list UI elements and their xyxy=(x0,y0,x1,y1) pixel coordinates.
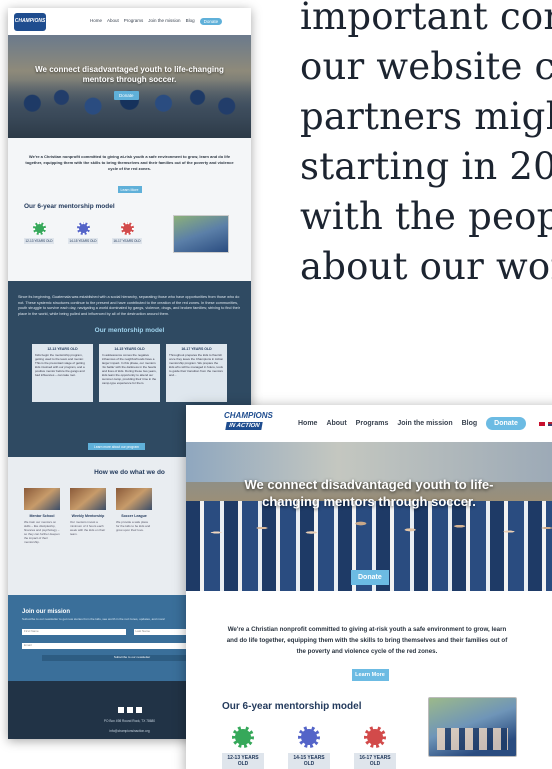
background-text-line: about our work xyxy=(300,245,552,288)
program-photo xyxy=(116,488,152,510)
logo-text: CHAMPIONS xyxy=(14,18,46,24)
background-text-line: starting in 202 xyxy=(300,145,552,188)
instagram-icon[interactable] xyxy=(126,707,133,713)
soccer-ball-icon xyxy=(76,222,90,235)
age-label: 14-15 YEARS OLD xyxy=(68,238,98,244)
soccer-ball-icon xyxy=(364,726,386,748)
card-text: Throughout prepares the kids to flourish… xyxy=(169,353,224,377)
age-group: 12-13 YEARS OLD xyxy=(24,222,54,244)
six-year-section: Our 6-year mentorship model 12-13 YEARS … xyxy=(186,697,552,769)
program-item: Mentor School We train our mentors on ski… xyxy=(24,488,60,544)
nav-blog[interactable]: Blog xyxy=(186,18,195,25)
mentorship-card: 14-15 YEARS OLD In adolescence comes the … xyxy=(99,344,160,402)
hero-section: We connect disadvantaged youth to life-c… xyxy=(186,442,552,591)
mentorship-cards: 12-13 YEARS OLD Kids begin the mentorship… xyxy=(18,344,241,402)
first-name-field[interactable]: First Name xyxy=(22,629,126,635)
us-flag-icon[interactable] xyxy=(547,421,552,426)
background-text-line: partners migh xyxy=(300,95,552,138)
nav-home[interactable]: Home xyxy=(298,420,317,427)
nav-programs[interactable]: Programs xyxy=(124,18,144,25)
mentorship-title: Our mentorship model xyxy=(94,327,165,334)
age-label: 12-13 YEARS OLD xyxy=(222,753,264,769)
age-group: 14-15 YEARS OLD xyxy=(68,222,98,244)
program-title: Soccer League xyxy=(121,514,147,518)
mockup-nav: Home About Programs Join the mission Blo… xyxy=(90,18,223,25)
nav-join[interactable]: Join the mission xyxy=(148,18,180,25)
facebook-icon[interactable] xyxy=(117,707,124,713)
hero-donate-button[interactable]: Donate xyxy=(114,91,139,100)
age-label: 16-17 YEARS OLD xyxy=(354,753,396,769)
mentorship-photo xyxy=(173,215,229,253)
logo-text-bottom: IN ACTION xyxy=(225,421,264,430)
nav-join[interactable]: Join the mission xyxy=(397,420,452,427)
age-label: 14-15 YEARS OLD xyxy=(288,753,330,769)
card-title: 12-13 YEARS OLD xyxy=(47,347,78,351)
nav-home[interactable]: Home xyxy=(90,18,102,25)
program-item: Soccer League We provide a safe place for… xyxy=(116,488,152,544)
card-title: 16-17 YEARS OLD xyxy=(181,347,212,351)
background-text-line: important con xyxy=(300,0,552,38)
soccer-ball-icon xyxy=(32,222,46,235)
logo-text-top: CHAMPIONS xyxy=(224,410,273,420)
program-title: Mentor School xyxy=(29,514,55,518)
site-logo[interactable]: CHAMPIONS xyxy=(14,12,46,31)
mockup-header: CHAMPIONS Home About Programs Join the m… xyxy=(8,8,251,35)
six-year-section: Our 6-year mentorship model 12-13 YEARS … xyxy=(8,193,251,281)
background-text: important con our website co partners mi… xyxy=(300,0,552,292)
youtube-icon[interactable] xyxy=(135,707,142,713)
program-button[interactable]: Learn more about our program xyxy=(88,443,145,450)
site-header: CHAMPIONS IN ACTION Home About Programs … xyxy=(186,405,552,442)
hero-photo xyxy=(8,80,251,138)
nav-about[interactable]: About xyxy=(326,420,346,427)
mentorship-photo xyxy=(428,697,517,757)
nav-programs[interactable]: Programs xyxy=(356,420,389,427)
age-label: 16-17 YEARS OLD xyxy=(112,238,142,244)
learn-more-button[interactable]: Learn More xyxy=(351,669,389,681)
nav-donate-button[interactable]: Donate xyxy=(486,417,526,430)
spanish-flag-icon[interactable] xyxy=(538,421,545,426)
age-group: 12-13 YEARS OLD xyxy=(222,726,264,769)
hero-donate-button[interactable]: Donate xyxy=(351,570,389,585)
program-text: Our mentors invest a minimum of 4 hours … xyxy=(70,520,106,536)
hero-title: We connect disadvantaged youth to life-c… xyxy=(35,65,224,84)
mission-text: We're a Christian nonprofit committed to… xyxy=(25,154,234,171)
soccer-ball-icon xyxy=(298,726,320,748)
hero-title: We connect disadvantaged youth to life-c… xyxy=(244,477,494,509)
program-text: We provide a safe place for the kids to … xyxy=(116,520,151,532)
nav-about[interactable]: About xyxy=(107,18,119,25)
program-text: We train our mentors on skills – like di… xyxy=(24,520,60,544)
card-title: 14-15 YEARS OLD xyxy=(114,347,145,351)
history-text: Since its beginning, Guatemala was estab… xyxy=(18,295,240,316)
program-photo xyxy=(70,488,106,510)
card-text: Kids begin the mentorship program, getti… xyxy=(35,353,85,377)
background-text-line: our website co xyxy=(300,45,552,88)
program-photo xyxy=(24,488,60,510)
background-text-line: with the peopl xyxy=(300,195,552,238)
nav-donate-button[interactable]: Donate xyxy=(199,18,223,25)
age-group: 16-17 YEARS OLD xyxy=(112,222,142,244)
age-group: 14-15 YEARS OLD xyxy=(288,726,330,769)
program-title: Weekly Mentorship xyxy=(71,514,105,518)
learn-more-button[interactable]: Learn More xyxy=(117,186,142,193)
card-text: In adolescence comes the negative influe… xyxy=(102,353,157,385)
six-year-title: Our 6-year mentorship model xyxy=(24,203,115,210)
site-logo[interactable]: CHAMPIONS IN ACTION xyxy=(224,410,273,437)
soccer-ball-icon xyxy=(120,222,134,235)
mission-text: We're a Christian nonprofit committed to… xyxy=(226,626,508,655)
hero-section: We connect disadvantaged youth to life-c… xyxy=(8,35,251,138)
desktop-mockup: CHAMPIONS IN ACTION Home About Programs … xyxy=(186,405,552,769)
program-item: Weekly Mentorship Our mentors invest a mi… xyxy=(70,488,106,544)
age-group: 16-17 YEARS OLD xyxy=(354,726,396,769)
mentorship-card: 12-13 YEARS OLD Kids begin the mentorship… xyxy=(32,344,93,402)
mentorship-card: 16-17 YEARS OLD Throughout prepares the k… xyxy=(166,344,227,402)
soccer-ball-icon xyxy=(232,726,254,748)
language-switcher[interactable] xyxy=(538,421,552,426)
main-nav: Home About Programs Join the mission Blo… xyxy=(298,417,552,430)
age-label: 12-13 YEARS OLD xyxy=(24,238,54,244)
nav-blog[interactable]: Blog xyxy=(462,420,478,427)
